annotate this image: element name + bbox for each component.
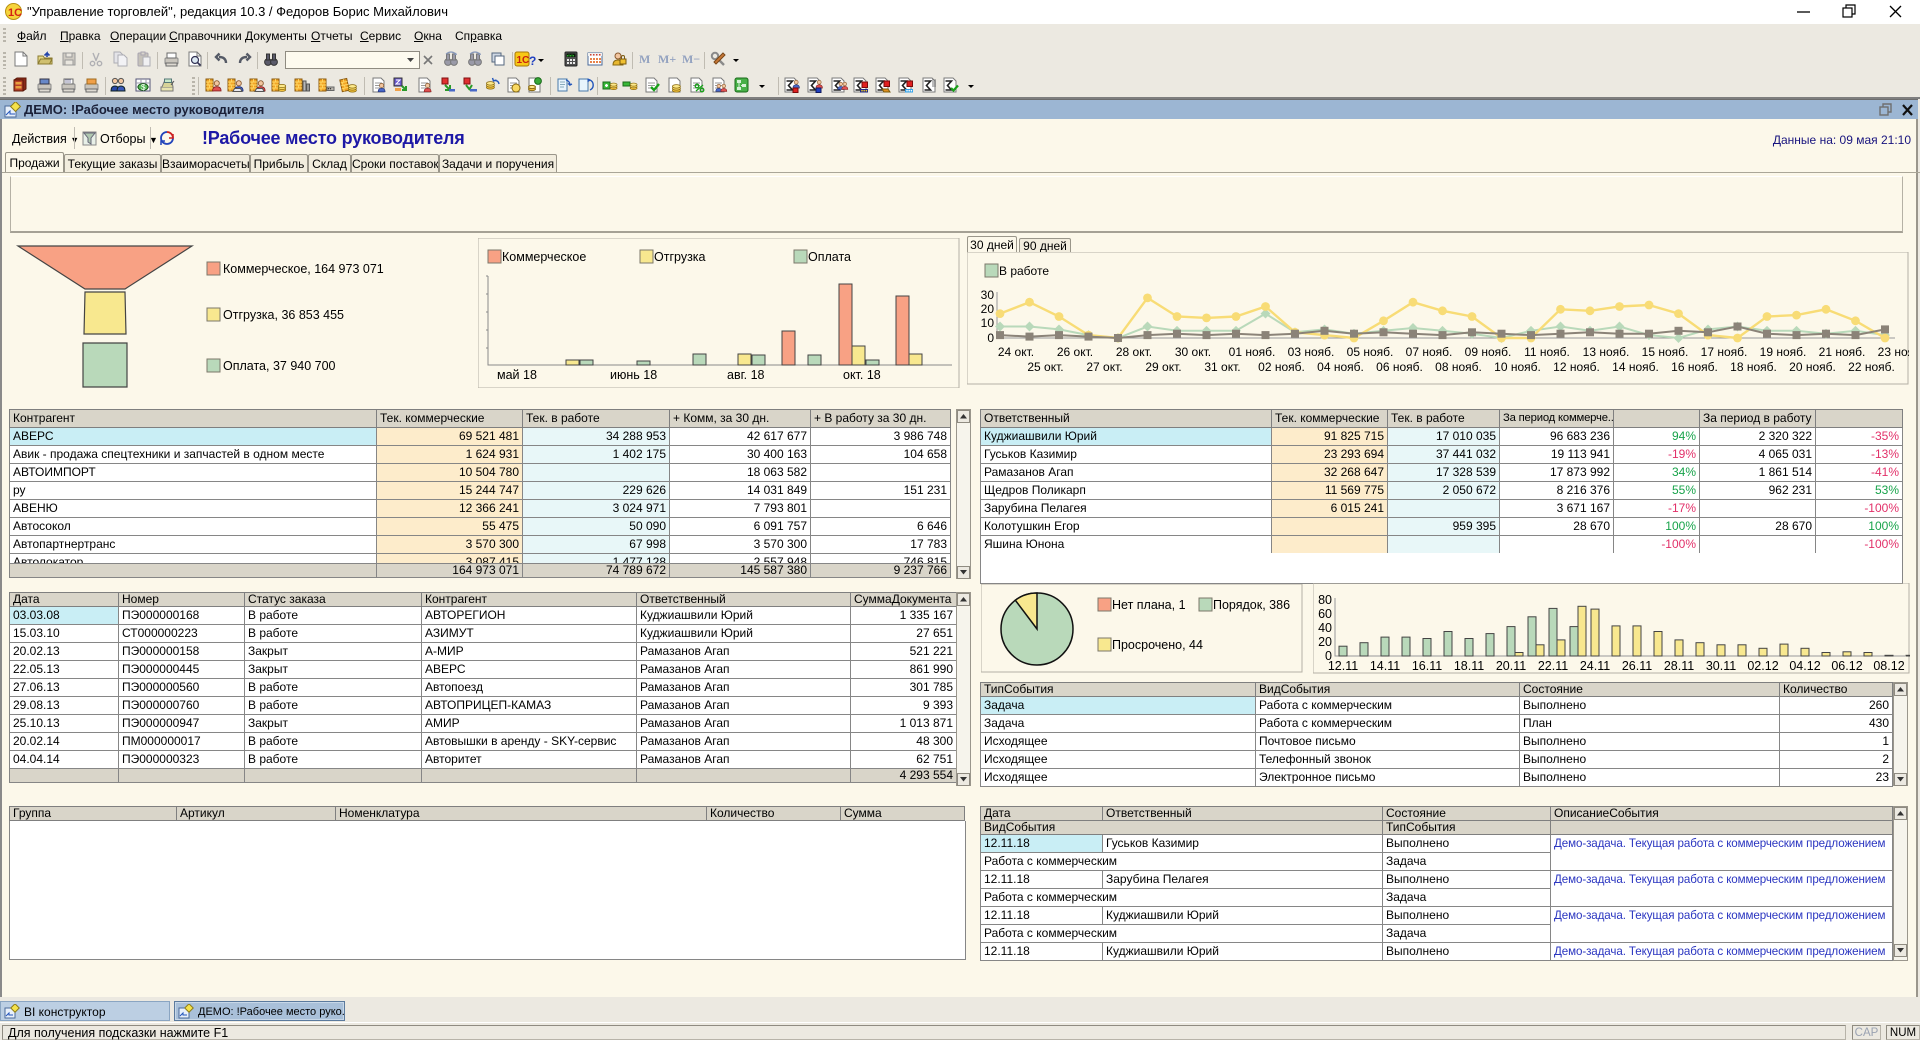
svg-text:В работе: В работе [999, 264, 1049, 278]
svg-text:Коммерческое, 164 973 071: Коммерческое, 164 973 071 [223, 262, 384, 276]
svg-text:Нет плана, 1: Нет плана, 1 [1112, 598, 1186, 612]
svg-text:24 окт.: 24 окт. [998, 345, 1034, 359]
svg-text:25 окт.: 25 окт. [1027, 360, 1063, 374]
svg-text:60: 60 [1318, 607, 1332, 621]
svg-text:06 нояб.: 06 нояб. [1376, 360, 1423, 374]
svg-text:16.11: 16.11 [1412, 659, 1442, 673]
svg-text:?: ? [529, 54, 536, 68]
svg-text:02.12: 02.12 [1747, 659, 1778, 673]
svg-text:14 нояб.: 14 нояб. [1612, 360, 1659, 374]
svg-text:06.12: 06.12 [1831, 659, 1862, 673]
svg-text:08.12: 08.12 [1873, 659, 1904, 673]
svg-text:Коммерческое: Коммерческое [502, 250, 586, 264]
svg-text:30.11: 30.11 [1706, 659, 1736, 673]
svg-text:17 нояб.: 17 нояб. [1701, 345, 1748, 359]
svg-text:07 нояб.: 07 нояб. [1406, 345, 1453, 359]
svg-text:09 нояб.: 09 нояб. [1465, 345, 1512, 359]
svg-text:0: 0 [987, 331, 994, 345]
svg-text:M+: M+ [658, 52, 676, 66]
svg-text:19 нояб.: 19 нояб. [1760, 345, 1807, 359]
svg-text:27 окт.: 27 окт. [1086, 360, 1122, 374]
svg-text:$: $ [141, 83, 146, 92]
svg-text:80: 80 [1318, 593, 1332, 607]
svg-text:18.11: 18.11 [1454, 659, 1484, 673]
svg-text:Отгрузка: Отгрузка [654, 250, 706, 264]
svg-text:21 нояб.: 21 нояб. [1819, 345, 1866, 359]
svg-text:08 нояб.: 08 нояб. [1435, 360, 1482, 374]
svg-text:11 нояб.: 11 нояб. [1524, 345, 1570, 359]
svg-text:Порядок, 386: Порядок, 386 [1213, 598, 1290, 612]
svg-text:29 окт.: 29 окт. [1145, 360, 1181, 374]
svg-text:авг. 18: авг. 18 [727, 368, 765, 382]
svg-text:01 нояб.: 01 нояб. [1229, 345, 1276, 359]
svg-text:23 нояб.: 23 нояб. [1878, 345, 1909, 359]
svg-text:15 нояб.: 15 нояб. [1642, 345, 1689, 359]
svg-text:20: 20 [1318, 635, 1332, 649]
svg-text:12.11: 12.11 [1328, 659, 1358, 673]
svg-text:1С: 1С [517, 55, 530, 66]
svg-text:12 нояб.: 12 нояб. [1553, 360, 1600, 374]
svg-text:26.11: 26.11 [1622, 659, 1652, 673]
svg-text:24.11: 24.11 [1580, 659, 1610, 673]
svg-text:31 окт.: 31 окт. [1204, 360, 1240, 374]
svg-text:22.11: 22.11 [1538, 659, 1568, 673]
svg-text:28.11: 28.11 [1664, 659, 1694, 673]
svg-text:Оплата, 37 940 700: Оплата, 37 940 700 [223, 359, 336, 373]
svg-text:май 18: май 18 [497, 368, 537, 382]
svg-text:окт. 18: окт. 18 [843, 368, 881, 382]
svg-text:30: 30 [981, 288, 995, 302]
svg-text:40: 40 [1318, 621, 1332, 635]
svg-text:22 нояб.: 22 нояб. [1848, 360, 1895, 374]
svg-text:июнь 18: июнь 18 [610, 368, 657, 382]
svg-text:M: M [639, 52, 650, 66]
svg-text:04.12: 04.12 [1789, 659, 1820, 673]
svg-text:04 нояб.: 04 нояб. [1317, 360, 1364, 374]
svg-text:03 нояб.: 03 нояб. [1288, 345, 1335, 359]
svg-text:20: 20 [981, 302, 995, 316]
svg-text:Оплата: Оплата [808, 250, 851, 264]
svg-text:10 нояб.: 10 нояб. [1494, 360, 1541, 374]
svg-text:14.11: 14.11 [1370, 659, 1400, 673]
svg-text:28 окт.: 28 окт. [1116, 345, 1152, 359]
svg-text:02 нояб.: 02 нояб. [1258, 360, 1305, 374]
svg-text:13 нояб.: 13 нояб. [1583, 345, 1630, 359]
svg-text:20.11: 20.11 [1496, 659, 1526, 673]
svg-text:Отгрузка, 36 853 455: Отгрузка, 36 853 455 [223, 308, 344, 322]
svg-text:30 окт.: 30 окт. [1175, 345, 1211, 359]
svg-text:05 нояб.: 05 нояб. [1347, 345, 1394, 359]
svg-text:16 нояб.: 16 нояб. [1671, 360, 1718, 374]
svg-text:1С: 1С [8, 7, 22, 19]
svg-text:Просрочено, 44: Просрочено, 44 [1112, 638, 1203, 652]
svg-text:26 окт.: 26 окт. [1057, 345, 1093, 359]
svg-text:20 нояб.: 20 нояб. [1789, 360, 1836, 374]
svg-text:M−: M− [682, 52, 700, 66]
svg-text:18 нояб.: 18 нояб. [1730, 360, 1777, 374]
svg-text:10: 10 [981, 316, 995, 330]
